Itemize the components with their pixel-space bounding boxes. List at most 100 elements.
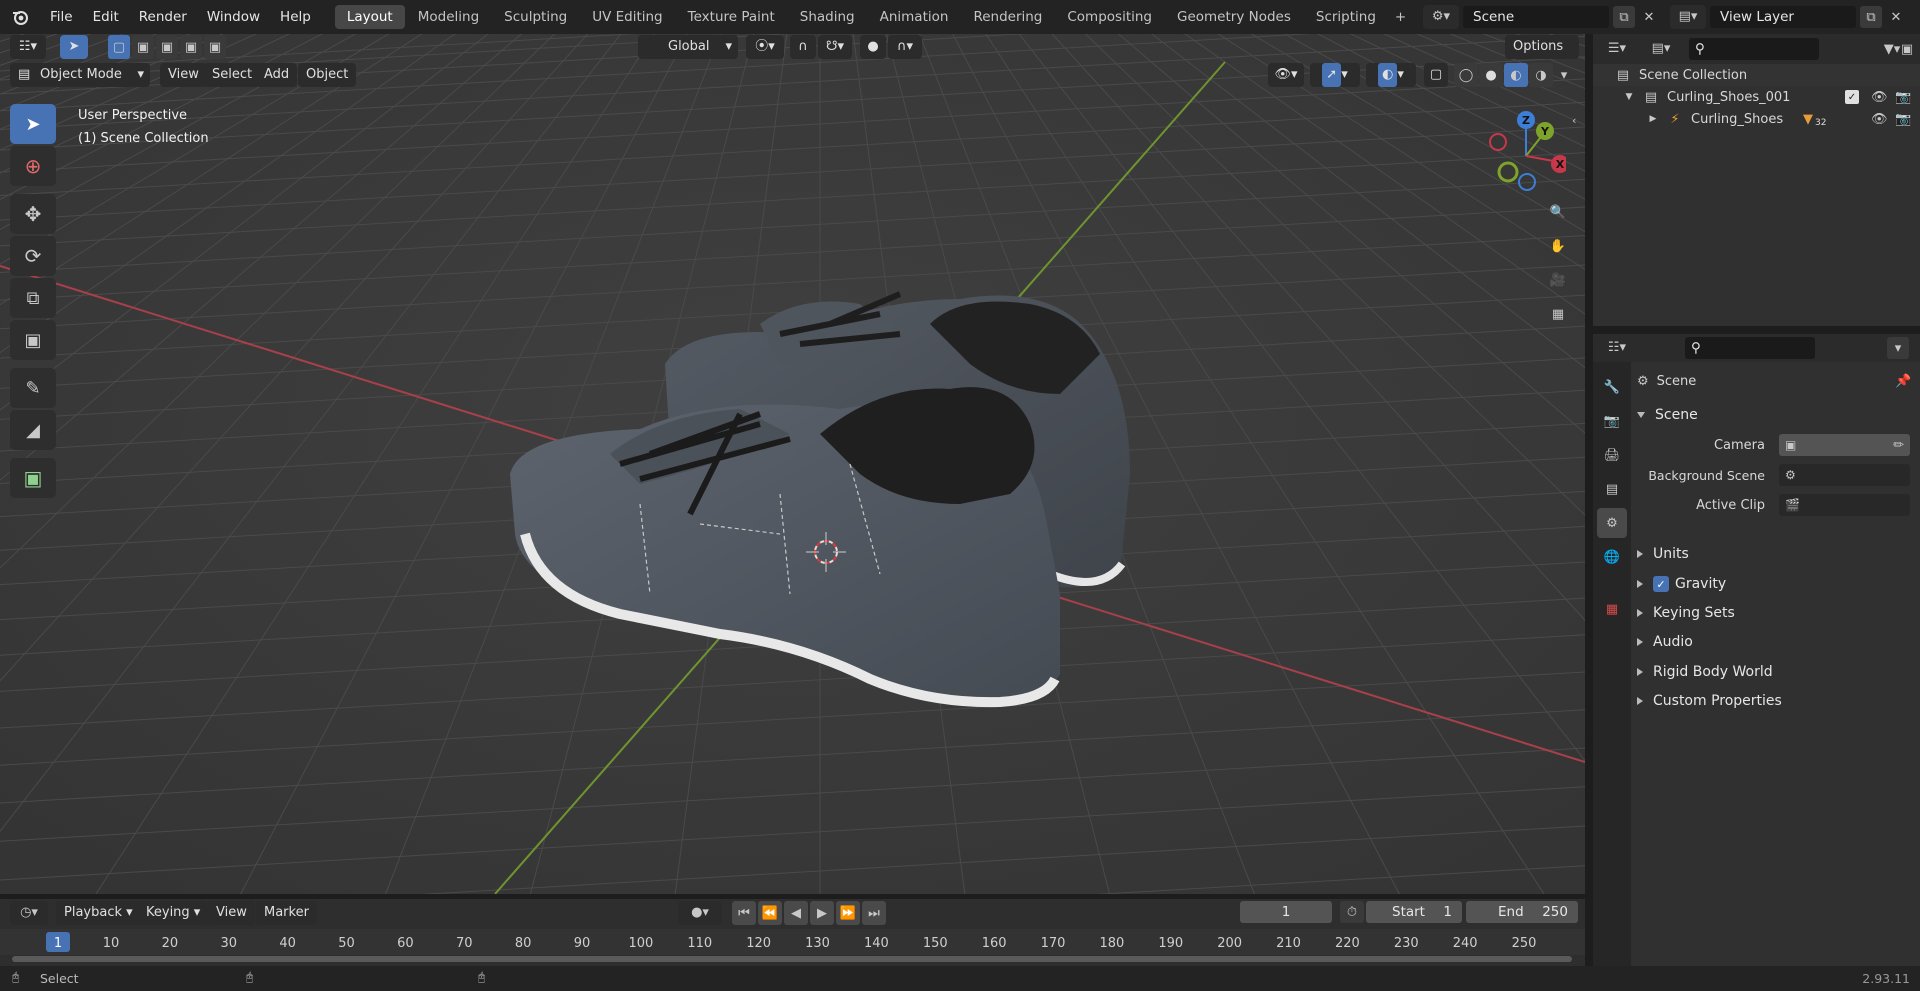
tool-rotate[interactable]: ⟳ — [10, 236, 56, 276]
tab-output[interactable]: 🖨 — [1597, 440, 1627, 470]
shading-options-icon[interactable]: ▾ — [1554, 63, 1574, 87]
add-workspace-button[interactable]: + — [1389, 5, 1412, 29]
tab-compositing[interactable]: Compositing — [1055, 5, 1164, 29]
next-keyframe-icon[interactable]: ⏩ — [836, 901, 860, 925]
menu-marker[interactable]: Marker — [256, 901, 317, 925]
tab-view-layer[interactable]: ▤ — [1597, 474, 1627, 504]
preview-range-icon[interactable]: ⏱ — [1340, 901, 1364, 923]
current-frame-field[interactable]: 1 — [1240, 901, 1332, 923]
zoom-button[interactable]: 🔍 — [1544, 198, 1572, 226]
start-frame-field[interactable]: Start 1 — [1366, 901, 1462, 923]
tab-tool[interactable]: 🔧 — [1597, 372, 1627, 402]
collapse-arrow-icon[interactable]: ▼ — [1623, 92, 1635, 102]
view-layer-field[interactable]: View Layer — [1710, 6, 1856, 28]
auto-keying-icon[interactable]: ●▾ — [678, 901, 722, 925]
editor-type-button[interactable]: ☷▾ — [10, 35, 46, 59]
transform-orientation-dropdown[interactable]: Global ▾ — [638, 35, 738, 59]
render-camera-icon[interactable]: 📷 — [1895, 90, 1911, 105]
units-panel-header[interactable]: Units — [1637, 541, 1689, 567]
select-extend-icon[interactable]: ▣ — [132, 35, 154, 59]
expand-arrow-icon[interactable]: ▶ — [1647, 114, 1659, 124]
display-mode-icon[interactable]: ▤▾ — [1643, 37, 1679, 61]
jump-end-icon[interactable]: ⏭ — [862, 901, 886, 925]
options-dropdown[interactable]: Options ▾ — [1505, 35, 1579, 78]
tool-measure[interactable]: ◢ — [10, 410, 56, 450]
tool-scale[interactable]: ⧉ — [10, 278, 56, 318]
menu-view[interactable]: View — [160, 63, 207, 87]
menu-file[interactable]: File — [40, 0, 83, 34]
select-tool-icon[interactable]: ➤ — [60, 35, 88, 59]
snap-icon[interactable]: ∩ — [790, 35, 816, 59]
properties-options-icon[interactable]: ▾ — [1887, 337, 1909, 359]
include-checkbox-icon[interactable]: ✓ — [1845, 90, 1859, 104]
timeline-scrollbar[interactable] — [12, 956, 1572, 962]
tool-cursor[interactable]: ⊕ — [10, 146, 56, 186]
tab-modeling[interactable]: Modeling — [406, 5, 491, 29]
custom-properties-panel-header[interactable]: Custom Properties — [1637, 688, 1782, 714]
select-subtract-icon[interactable]: ▣ — [156, 35, 178, 59]
object-visibility-eye-icon[interactable]: 👁 — [1871, 112, 1888, 127]
xray-toggle-icon[interactable]: ▢ — [1424, 63, 1448, 87]
gravity-panel-header[interactable]: ✓ Gravity — [1637, 571, 1726, 597]
camera-field[interactable]: ▣ ✏ — [1779, 434, 1910, 456]
select-new-icon[interactable]: ▢ — [108, 35, 130, 59]
scene-name-field[interactable]: Scene — [1463, 6, 1609, 28]
play-icon[interactable]: ▶ — [810, 901, 834, 925]
new-collection-icon[interactable]: ▣ — [1897, 38, 1917, 60]
play-reverse-icon[interactable]: ◀ — [784, 901, 808, 925]
gravity-checkbox[interactable]: ✓ — [1653, 576, 1669, 592]
menu-select[interactable]: Select — [204, 63, 261, 87]
jump-start-icon[interactable]: ⏮ — [732, 901, 756, 925]
outliner-row-scene-collection[interactable]: ▤ Scene Collection — [1593, 64, 1920, 86]
visibility-icon[interactable]: 👁▾ — [1268, 63, 1304, 87]
pivot-point-icon[interactable]: ⦿▾ — [746, 35, 784, 59]
menu-window[interactable]: Window — [197, 0, 270, 34]
rendered-shading-icon[interactable]: ◑ — [1529, 63, 1553, 87]
select-intersect-icon[interactable]: ▣ — [204, 35, 226, 59]
menu-keying[interactable]: Keying ▾ — [138, 901, 209, 925]
overlays-toggle-icon[interactable]: ◐ ▾ — [1366, 63, 1416, 87]
new-scene-icon[interactable]: ⧉ — [1613, 6, 1635, 28]
delete-view-layer-icon[interactable]: ✕ — [1886, 10, 1906, 25]
proportional-edit-icon[interactable]: ● — [860, 35, 886, 59]
visibility-eye-icon[interactable]: 👁 — [1871, 90, 1888, 105]
navigation-gizmo[interactable]: Z Y X — [1476, 106, 1566, 196]
view-layer-selector-icon[interactable]: ▤▾ — [1670, 5, 1706, 29]
tab-render[interactable]: 📷 — [1597, 406, 1627, 436]
tool-transform[interactable]: ▣ — [10, 320, 56, 360]
tab-geometry-nodes[interactable]: Geometry Nodes — [1165, 5, 1303, 29]
tab-layout[interactable]: Layout — [334, 5, 405, 29]
outliner-row-collection[interactable]: ▼ ▤ Curling_Shoes_001 ✓ 👁 📷 — [1593, 86, 1920, 108]
active-clip-field[interactable]: 🎬 — [1779, 494, 1910, 516]
tab-shading[interactable]: Shading — [788, 5, 867, 29]
tool-annotate[interactable]: ✎ — [10, 368, 56, 408]
solid-shading-icon[interactable]: ● — [1479, 63, 1503, 87]
tab-scripting[interactable]: Scripting — [1304, 5, 1388, 29]
3d-viewport[interactable]: ☷▾ ➤ ▢ ▣ ▣ ▣ ▣ Global ▾ ⦿▾ ∩ ☋▾ ● ∩▾ Opti… — [0, 34, 1585, 894]
snap-target-icon[interactable]: ☋▾ — [818, 35, 852, 59]
properties-search-input[interactable]: ⚲ — [1685, 337, 1815, 359]
menu-render[interactable]: Render — [129, 0, 197, 34]
eyedropper-icon[interactable]: ✏ — [1893, 438, 1904, 453]
outliner-row-object[interactable]: ▶ ⚡ Curling_Shoes ▼ 32 👁 📷 — [1593, 108, 1920, 130]
menu-help[interactable]: Help — [270, 0, 321, 34]
blender-logo-icon[interactable] — [0, 0, 40, 34]
tab-sculpting[interactable]: Sculpting — [492, 5, 579, 29]
new-view-layer-icon[interactable]: ⧉ — [1860, 6, 1882, 28]
menu-edit[interactable]: Edit — [83, 0, 129, 34]
tab-uv-editing[interactable]: UV Editing — [580, 5, 674, 29]
tab-animation[interactable]: Animation — [868, 5, 961, 29]
material-shading-icon[interactable]: ◐ — [1504, 63, 1528, 87]
tool-select-box[interactable]: ➤ — [10, 104, 56, 144]
outliner-editor-type-icon[interactable]: ☰▾ — [1599, 37, 1635, 61]
menu-object[interactable]: Object — [298, 63, 357, 87]
tab-rendering[interactable]: Rendering — [961, 5, 1054, 29]
tab-world[interactable]: 🌐 — [1597, 542, 1627, 572]
mode-dropdown[interactable]: ▤ Object Mode ▾ — [10, 63, 150, 87]
select-invert-icon[interactable]: ▣ — [180, 35, 202, 59]
pan-button[interactable]: ✋ — [1544, 232, 1572, 260]
camera-view-button[interactable]: 🎥 — [1544, 266, 1572, 294]
proportional-falloff-icon[interactable]: ∩▾ — [888, 35, 922, 59]
tab-texture[interactable]: ▦ — [1597, 594, 1627, 624]
wireframe-shading-icon[interactable]: ◯ — [1454, 63, 1478, 87]
